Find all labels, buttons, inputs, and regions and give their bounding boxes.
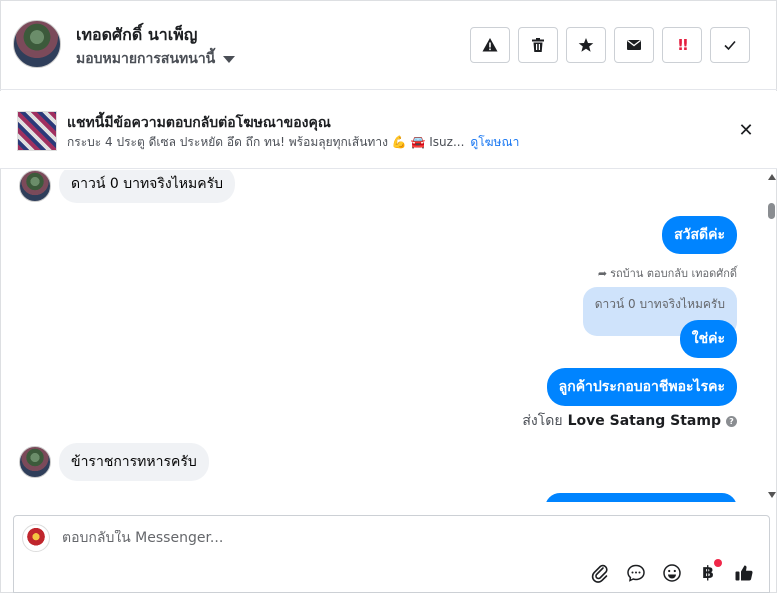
follow-up-button[interactable]: !! [662,27,702,63]
report-spam-button[interactable] [470,27,510,63]
message-composer: ฿ [13,515,770,593]
payment-button[interactable]: ฿ [697,559,722,584]
like-button[interactable] [733,562,755,584]
contact-avatar[interactable] [13,20,61,68]
reply-info-text: รถบ้าน ตอบกลับ เทอดศักดิ์ [610,267,737,280]
star-icon [578,38,594,52]
mark-unread-button[interactable] [614,27,654,63]
ad-thumbnail[interactable] [17,111,57,151]
contact-avatar-small [19,170,51,202]
page-avatar [22,524,50,552]
trash-icon [532,38,544,52]
scroll-up-icon[interactable] [768,174,776,180]
thumbs-up-icon [735,565,753,581]
scroll-thumb[interactable] [768,203,775,219]
saved-replies-button[interactable] [625,562,647,584]
composer-tools: ฿ [589,559,755,584]
header-actions: !! [470,27,750,63]
mark-done-button[interactable] [710,27,750,63]
reply-input[interactable] [62,530,662,546]
ad-description: กระบะ 4 ประตู ดีเซล ประหยัด อึด ถึก ทน! … [67,135,465,149]
sent-by-info: ส่งโดย Love Satang Stamp ? [522,410,737,432]
reply-arrow-icon: ➦ [597,266,608,280]
scroll-down-icon[interactable] [768,492,776,498]
conversation-header: เทอดศักดิ์ นาเพ็ญ มอบหมายการสนทนานี้ !! [0,0,777,90]
outgoing-message[interactable]: ลูกค้าประกอบอาชีพอะไรคะ [546,368,737,406]
reply-info: ➦ รถบ้าน ตอบกลับ เทอดศักดิ์ [598,264,737,282]
close-icon[interactable]: ✕ [737,120,755,141]
smiley-icon [663,564,681,582]
ad-reply-banner: แชทนี้มีข้อความตอบกลับต่อโฆษณาของคุณ กระ… [0,91,777,169]
caret-down-icon [223,55,236,63]
incoming-message[interactable]: ดาวน์ 0 บาทจริงไหมครับ [59,170,235,203]
info-icon[interactable]: ? [726,415,737,427]
ad-banner-title: แชทนี้มีข้อความตอบกลับต่อโฆษณาของคุณ [67,115,331,131]
contact-avatar-small [19,446,51,478]
exclamation-icon: !! [677,36,689,54]
ad-banner-subtitle: กระบะ 4 ประตู ดีเซล ประหยัด อึด ถึก ทน! … [67,133,519,152]
checkmark-icon [724,40,736,51]
chat-bubble-icon [627,564,645,582]
view-ad-link[interactable]: ดูโฆษณา [470,135,519,149]
notification-dot [714,559,722,567]
outgoing-message-partial[interactable] [545,493,737,502]
assign-conversation-dropdown[interactable]: มอบหมายการสนทนานี้ [76,48,236,70]
contact-name[interactable]: เทอดศักดิ์ นาเพ็ญ [76,23,197,48]
thread-scrollbar[interactable] [766,170,777,502]
warning-icon [482,38,498,52]
attach-button[interactable] [589,562,611,584]
paperclip-icon [591,564,608,583]
envelope-icon [627,39,641,50]
baht-icon: ฿ [702,563,714,583]
sent-by-name: Love Satang Stamp [567,413,721,429]
message-thread[interactable]: ดาวน์ 0 บาทจริงไหมครับ สวัสดีค่ะ ➦ รถบ้า… [0,170,766,502]
assign-label: มอบหมายการสนทนานี้ [76,51,216,67]
outgoing-message[interactable]: ใช่ค่ะ [679,320,737,358]
outgoing-message[interactable]: สวัสดีค่ะ [662,216,737,254]
sent-by-prefix: ส่งโดย [522,413,563,429]
star-button[interactable] [566,27,606,63]
emoji-button[interactable] [661,562,683,584]
delete-button[interactable] [518,27,558,63]
incoming-message[interactable]: ข้าราชการทหารครับ [59,443,209,481]
